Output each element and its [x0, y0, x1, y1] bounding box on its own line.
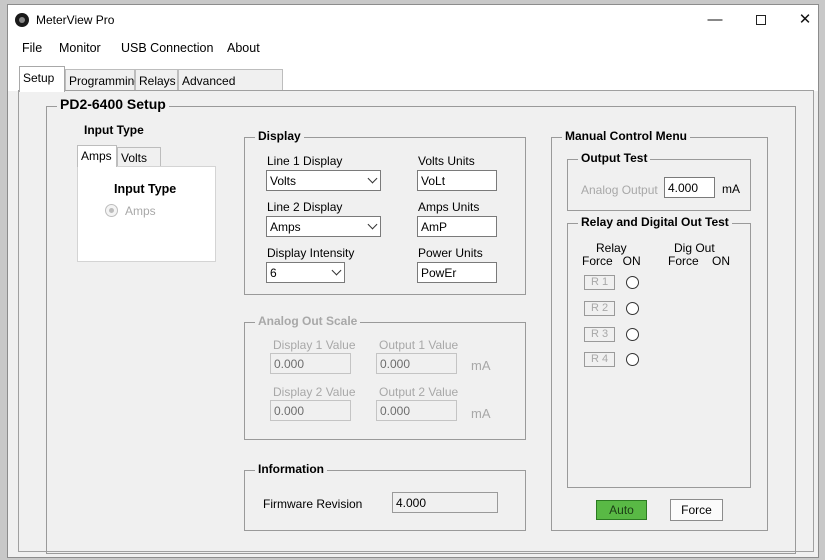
tab-programming[interactable]: Programming: [65, 69, 141, 91]
relay-3-force[interactable]: R 3: [584, 327, 615, 342]
window-title: MeterView Pro: [36, 13, 115, 27]
volts-units-input[interactable]: VoLt: [417, 170, 497, 191]
display-intensity-value: 6: [270, 266, 277, 280]
analog-output-label: Analog Output: [581, 183, 658, 197]
tab-relays[interactable]: Relays: [135, 69, 178, 91]
minimize-button[interactable]: —: [692, 5, 738, 35]
maximize-button[interactable]: [738, 5, 784, 35]
chevron-down-icon: [367, 173, 378, 184]
output1-unit: mA: [471, 358, 491, 373]
input-type-panel: Input Type Amps: [77, 166, 216, 262]
menu-file[interactable]: File: [22, 41, 42, 55]
relay-1-on-indicator: [626, 276, 639, 289]
relay-2-force[interactable]: R 2: [584, 301, 615, 316]
output2-value-input[interactable]: 0.000: [376, 400, 457, 421]
tab-advanced-features[interactable]: Advanced Features: [178, 69, 283, 102]
display-title: Display: [255, 129, 304, 143]
output1-value-label: Output 1 Value: [379, 338, 459, 352]
input-tab-volts[interactable]: Volts: [117, 147, 161, 167]
pd2-setup-group: PD2-6400 Setup Input Type Amps Volts Inp…: [46, 96, 796, 554]
analog-output-input[interactable]: 4.000: [664, 177, 715, 198]
output-test-title: Output Test: [578, 151, 651, 165]
auto-button[interactable]: Auto: [596, 500, 647, 520]
firmware-revision-value: 4.000: [392, 492, 498, 513]
information-group: Information Firmware Revision 4.000: [244, 462, 526, 531]
display2-value-label: Display 2 Value: [273, 385, 356, 399]
manual-control-group: Manual Control Menu Output Test Analog O…: [551, 129, 768, 531]
force-button[interactable]: Force: [670, 499, 723, 521]
display-group: Display Line 1 Display Volts Line 2 Disp…: [244, 129, 526, 295]
relay-digital-test-title: Relay and Digital Out Test: [578, 215, 732, 229]
relay-4-force[interactable]: R 4: [584, 352, 615, 367]
output1-value-input[interactable]: 0.000: [376, 353, 457, 374]
maximize-icon: [756, 15, 766, 25]
firmware-revision-label: Firmware Revision: [263, 497, 363, 511]
output2-unit: mA: [471, 406, 491, 421]
relay-3-on-indicator: [626, 328, 639, 341]
relay-digital-test-group: Relay and Digital Out Test Relay Force O…: [567, 215, 751, 488]
amps-radio: [105, 204, 118, 217]
amps-radio-label: Amps: [125, 204, 156, 218]
chevron-down-icon: [367, 219, 378, 230]
line1-display-label: Line 1 Display: [267, 154, 343, 168]
close-button[interactable]: ✕: [782, 5, 825, 35]
menu-monitor[interactable]: Monitor: [59, 41, 101, 55]
output-test-group: Output Test Analog Output 4.000 mA: [567, 151, 751, 211]
app-logo-icon: [15, 13, 29, 27]
setup-tab-panel: PD2-6400 Setup Input Type Amps Volts Inp…: [18, 90, 814, 554]
relay-force-on-header: Force ON: [582, 254, 641, 268]
power-units-label: Power Units: [418, 246, 483, 260]
tab-strip: Setup Programming Relays Advanced Featur…: [8, 61, 818, 102]
chevron-down-icon: [331, 265, 342, 276]
line1-display-value: Volts: [270, 174, 297, 188]
display1-value-label: Display 1 Value: [273, 338, 356, 352]
input-tab-amps[interactable]: Amps: [77, 145, 117, 167]
manual-control-title: Manual Control Menu: [562, 129, 690, 143]
information-title: Information: [255, 462, 327, 476]
menu-about[interactable]: About: [227, 41, 260, 55]
title-bar: MeterView Pro — ✕: [8, 5, 818, 35]
input-type-tabs: Amps Volts Input Type Amps: [77, 145, 216, 262]
menu-bar: File Monitor USB Connection About: [8, 35, 818, 61]
display-intensity-label: Display Intensity: [267, 246, 355, 260]
amps-units-label: Amps Units: [418, 200, 480, 214]
display-intensity-select[interactable]: 6: [266, 262, 345, 283]
menu-usb-connection[interactable]: USB Connection: [121, 41, 213, 55]
relay-1-force[interactable]: R 1: [584, 275, 615, 290]
line1-display-select[interactable]: Volts: [266, 170, 381, 191]
digout-force-on-header: Force ON: [668, 254, 731, 268]
tab-setup[interactable]: Setup: [19, 66, 65, 92]
line2-display-value: Amps: [270, 220, 301, 234]
output2-value-label: Output 2 Value: [379, 385, 459, 399]
analog-output-unit: mA: [722, 182, 740, 196]
display1-value-input[interactable]: 0.000: [270, 353, 351, 374]
pd2-setup-title: PD2-6400 Setup: [57, 96, 169, 112]
digout-header: Dig Out: [674, 241, 715, 255]
relay-header: Relay: [596, 241, 627, 255]
volts-units-label: Volts Units: [418, 154, 475, 168]
analog-out-scale-title: Analog Out Scale: [255, 314, 361, 328]
line2-display-select[interactable]: Amps: [266, 216, 381, 237]
relay-4-on-indicator: [626, 353, 639, 366]
input-type-section-title: Input Type: [114, 182, 177, 196]
line2-display-label-text: Line 2 Display: [267, 200, 343, 214]
app-window: MeterView Pro — ✕ File Monitor USB Conne…: [7, 4, 819, 558]
analog-out-scale-group: Analog Out Scale Display 1 Value 0.000 O…: [244, 314, 526, 440]
relay-2-on-indicator: [626, 302, 639, 315]
display2-value-input[interactable]: 0.000: [270, 400, 351, 421]
power-units-input[interactable]: PowEr: [417, 262, 497, 283]
input-type-title: Input Type: [84, 123, 144, 137]
amps-units-input[interactable]: AmP: [417, 216, 497, 237]
